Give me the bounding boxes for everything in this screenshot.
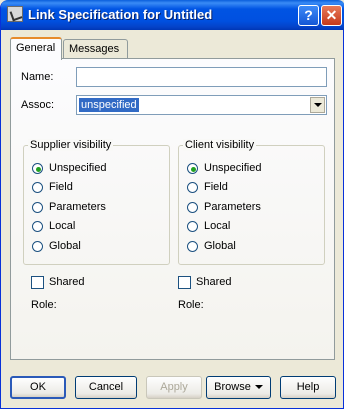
radio-label: Field [49,181,73,193]
browse-button[interactable]: Browse [206,376,271,399]
close-button[interactable]: ✕ [321,5,342,26]
window-title: Link Specification for Untitled [28,7,213,22]
assoc-selected-value: unspecified [79,98,139,112]
radio-label: Unspecified [49,162,107,174]
checkbox-icon [178,276,191,289]
radio-label: Global [49,240,81,252]
radio-icon [32,163,43,174]
link-specification-dialog: Link Specification for Untitled ? ✕ Gene… [0,0,344,409]
client-visibility-group: Client visibility Unspecified Field Para… [178,139,325,265]
radio-icon [187,221,198,232]
help-button[interactable]: Help [280,376,336,399]
radio-label: Parameters [204,201,261,213]
cancel-button[interactable]: Cancel [75,376,137,399]
radio-label: Local [204,220,231,232]
radio-label: Parameters [49,201,106,213]
radio-label: Unspecified [204,162,262,174]
radio-label: Global [204,240,236,252]
radio-icon [32,182,43,193]
window-app-icon [7,6,23,22]
supplier-visibility-group: Supplier visibility Unspecified Field Pa… [23,139,170,265]
radio-label: Local [49,220,76,232]
supplier-role-label: Role: [31,299,57,311]
browse-label: Browse [214,381,251,393]
supplier-shared-label: Shared [49,276,85,288]
radio-icon [187,202,198,213]
title-bar[interactable]: Link Specification for Untitled ? ✕ [1,0,344,30]
tab-messages[interactable]: Messages [63,39,128,59]
radio-label: Field [204,181,228,193]
client-visibility-title: Client visibility [183,139,257,151]
checkbox-icon [31,276,44,289]
name-input[interactable] [76,67,327,87]
radio-icon [32,241,43,252]
client-role-label: Role: [178,299,204,311]
name-label: Name: [21,71,54,83]
radio-icon [187,182,198,193]
radio-icon [187,241,198,252]
chevron-down-icon [254,385,263,389]
assoc-label: Assoc: [21,99,55,111]
radio-icon [187,163,198,174]
client-shared-label: Shared [196,276,232,288]
radio-icon [32,202,43,213]
general-tab-panel: Name: Assoc: unspecified Supplier visibi… [10,58,335,360]
help-title-button[interactable]: ? [298,5,319,26]
supplier-visibility-title: Supplier visibility [28,139,114,151]
tab-general[interactable]: General [10,37,62,60]
radio-icon [32,221,43,232]
apply-button[interactable]: Apply [146,376,202,399]
ok-button[interactable]: OK [10,376,66,399]
chevron-down-icon[interactable] [310,97,325,113]
assoc-dropdown[interactable]: unspecified [76,95,327,115]
